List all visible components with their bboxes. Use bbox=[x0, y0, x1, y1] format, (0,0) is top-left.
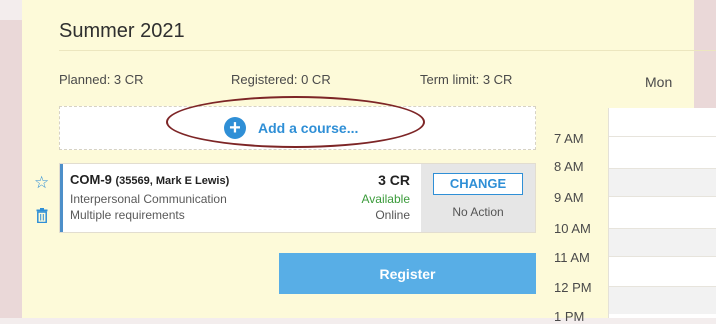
add-course-label: Add a course... bbox=[258, 120, 359, 136]
course-section-meta: (35569, Mark E Lewis) bbox=[115, 175, 230, 187]
time-label: 11 AM bbox=[554, 250, 590, 265]
course-card[interactable]: COM-9 (35569, Mark E Lewis) Interpersona… bbox=[59, 163, 536, 233]
calendar-slot[interactable] bbox=[609, 256, 716, 284]
trash-icon[interactable] bbox=[36, 208, 48, 228]
course-accent-bar bbox=[60, 164, 63, 232]
calendar-grid[interactable] bbox=[608, 108, 716, 318]
calendar-gridline bbox=[609, 196, 716, 197]
add-course-button[interactable]: + Add a course... bbox=[224, 116, 358, 140]
calendar-gridline bbox=[609, 286, 716, 287]
time-label: 1 PM bbox=[554, 309, 585, 324]
calendar-slot[interactable] bbox=[609, 136, 716, 164]
calendar-gridline bbox=[609, 228, 716, 229]
change-button[interactable]: CHANGE bbox=[433, 173, 523, 195]
time-label: 10 AM bbox=[554, 221, 591, 236]
calendar-slot[interactable] bbox=[609, 196, 716, 224]
planned-credits: Planned: 3 CR bbox=[59, 72, 144, 87]
course-credits: 3 CR bbox=[378, 172, 410, 188]
time-label: 7 AM bbox=[554, 131, 584, 146]
course-action-panel: CHANGE No Action bbox=[421, 164, 535, 232]
register-button[interactable]: Register bbox=[279, 253, 536, 294]
calendar-slot[interactable] bbox=[609, 168, 716, 196]
action-status: No Action bbox=[452, 205, 504, 219]
time-label: 8 AM bbox=[554, 159, 584, 174]
title-divider bbox=[59, 50, 716, 51]
time-label: 12 PM bbox=[554, 280, 592, 295]
calendar-gridline bbox=[609, 136, 716, 137]
star-icon[interactable]: ☆ bbox=[34, 173, 49, 193]
calendar-gridline bbox=[609, 256, 716, 257]
registered-credits: Registered: 0 CR bbox=[231, 72, 331, 87]
course-requirements: Multiple requirements bbox=[70, 208, 185, 222]
calendar-slot[interactable] bbox=[609, 286, 716, 314]
course-availability: Available bbox=[361, 192, 410, 206]
plus-circle-icon: + bbox=[224, 117, 246, 139]
course-code: COM-9 bbox=[70, 172, 112, 187]
calendar-slot[interactable] bbox=[609, 228, 716, 256]
term-title: Summer 2021 bbox=[59, 20, 185, 42]
course-mode: Online bbox=[375, 208, 410, 222]
course-name: Interpersonal Communication bbox=[70, 192, 227, 206]
calendar-day-header: Mon bbox=[645, 74, 673, 90]
time-label: 9 AM bbox=[554, 190, 584, 205]
term-limit: Term limit: 3 CR bbox=[420, 72, 513, 87]
course-title: COM-9 (35569, Mark E Lewis) bbox=[70, 172, 229, 187]
calendar-gridline bbox=[609, 168, 716, 169]
